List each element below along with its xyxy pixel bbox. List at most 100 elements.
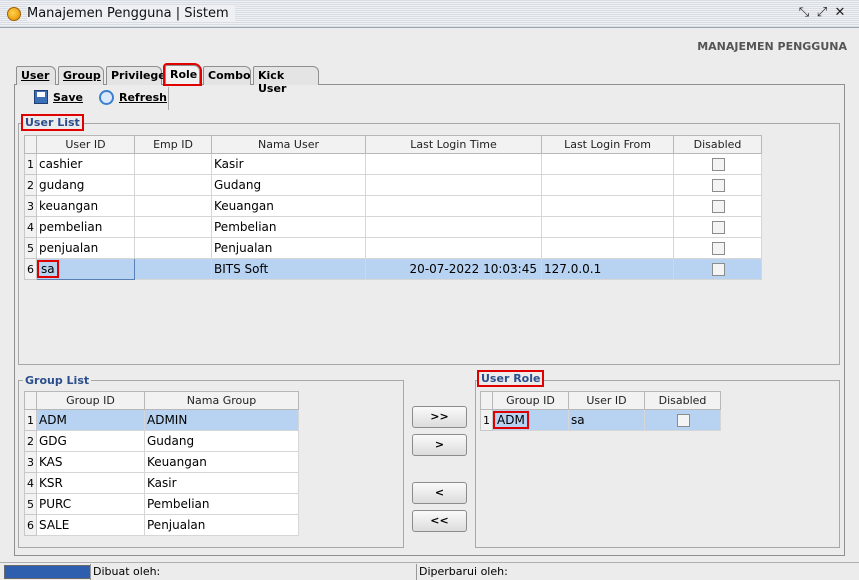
tab-user[interactable]: User: [16, 66, 56, 85]
last-login-from-cell[interactable]: [541, 195, 674, 217]
restore-icon[interactable]: ⤡: [796, 5, 812, 21]
col-last-login-from[interactable]: Last Login From: [541, 135, 674, 154]
toolbar: Save Refresh: [16, 87, 169, 110]
last-login-time-cell[interactable]: [365, 195, 542, 217]
last-login-time-cell[interactable]: [365, 153, 542, 175]
group-list-table: Group ID Nama Group 1 ADM ADMIN 2 GDG Gu…: [24, 391, 299, 536]
table-row[interactable]: 4 KSR Kasir: [24, 472, 299, 494]
emp-id-cell[interactable]: [134, 153, 212, 175]
group-id-cell[interactable]: KAS: [36, 451, 145, 473]
nama-group-cell[interactable]: Keuangan: [144, 451, 299, 473]
tab-combo[interactable]: Combo: [203, 66, 251, 85]
user-id-cell[interactable]: pembelian: [36, 216, 135, 238]
emp-id-cell[interactable]: [134, 258, 212, 280]
group-id-cell[interactable]: ADM: [492, 409, 569, 431]
tab-kick-user[interactable]: Kick User: [253, 66, 319, 95]
refresh-button[interactable]: Refresh: [99, 90, 167, 105]
last-login-from-cell[interactable]: [541, 174, 674, 196]
col-nama-group[interactable]: Nama Group: [144, 391, 299, 410]
table-row[interactable]: 5 penjualan Penjualan: [24, 237, 762, 259]
user-id-cell[interactable]: sa: [568, 409, 645, 431]
last-login-time-cell[interactable]: 20-07-2022 10:03:45: [365, 258, 542, 280]
row-number: 2: [24, 174, 37, 196]
user-id-cell[interactable]: penjualan: [36, 237, 135, 259]
col-user-id[interactable]: User ID: [568, 391, 645, 410]
last-login-from-cell[interactable]: [541, 216, 674, 238]
table-row[interactable]: 5 PURC Pembelian: [24, 493, 299, 515]
add-button[interactable]: >: [412, 434, 467, 456]
last-login-time-cell[interactable]: [365, 237, 542, 259]
emp-id-cell[interactable]: [134, 195, 212, 217]
add-all-button[interactable]: >>: [412, 406, 467, 428]
group-id-cell[interactable]: SALE: [36, 514, 145, 536]
user-id-cell-editing[interactable]: sa: [36, 258, 135, 280]
col-nama-user[interactable]: Nama User: [211, 135, 366, 154]
emp-id-cell[interactable]: [134, 216, 212, 238]
last-login-from-cell[interactable]: [541, 153, 674, 175]
remove-all-button[interactable]: <<: [412, 510, 467, 532]
group-id-value: ADM: [493, 411, 529, 429]
nama-group-cell[interactable]: Penjualan: [144, 514, 299, 536]
nama-user-cell[interactable]: BITS Soft: [211, 258, 366, 280]
nama-user-cell[interactable]: Gudang: [211, 174, 366, 196]
user-id-cell[interactable]: gudang: [36, 174, 135, 196]
page-header: MANAJEMEN PENGGUNA: [697, 40, 847, 53]
tab-group[interactable]: Group: [58, 66, 104, 85]
save-button[interactable]: Save: [34, 90, 83, 104]
col-group-id[interactable]: Group ID: [492, 391, 569, 410]
nama-user-cell[interactable]: Pembelian: [211, 216, 366, 238]
last-login-from-cell[interactable]: [541, 237, 674, 259]
user-id-value: sa: [37, 260, 59, 278]
user-id-cell[interactable]: keuangan: [36, 195, 135, 217]
col-disabled[interactable]: Disabled: [673, 135, 762, 154]
col-user-id[interactable]: User ID: [36, 135, 135, 154]
nama-group-cell[interactable]: Gudang: [144, 430, 299, 452]
disabled-checkbox[interactable]: [712, 242, 725, 255]
nama-group-cell[interactable]: Kasir: [144, 472, 299, 494]
col-last-login-time[interactable]: Last Login Time: [365, 135, 542, 154]
disabled-checkbox[interactable]: [712, 158, 725, 171]
table-row-selected[interactable]: 1 ADM sa: [480, 409, 721, 431]
col-disabled[interactable]: Disabled: [644, 391, 721, 410]
table-row[interactable]: 3 keuangan Keuangan: [24, 195, 762, 217]
emp-id-cell[interactable]: [134, 174, 212, 196]
last-login-from-cell[interactable]: 127.0.0.1: [541, 258, 674, 280]
disabled-checkbox[interactable]: [712, 200, 725, 213]
maximize-icon[interactable]: ⤢: [814, 5, 830, 21]
tab-role[interactable]: Role: [163, 63, 202, 86]
group-id-cell[interactable]: KSR: [36, 472, 145, 494]
remove-button[interactable]: <: [412, 482, 467, 504]
table-row[interactable]: 2 GDG Gudang: [24, 430, 299, 452]
table-row[interactable]: 4 pembelian Pembelian: [24, 216, 762, 238]
nama-group-cell[interactable]: ADMIN: [144, 409, 299, 431]
group-id-cell[interactable]: ADM: [36, 409, 145, 431]
last-login-time-cell[interactable]: [365, 174, 542, 196]
table-row-selected[interactable]: 6 sa BITS Soft 20-07-2022 10:03:45 127.0…: [24, 258, 762, 280]
col-emp-id[interactable]: Emp ID: [134, 135, 212, 154]
tab-privilege[interactable]: Privilege: [106, 66, 166, 85]
group-id-cell[interactable]: PURC: [36, 493, 145, 515]
table-row[interactable]: 2 gudang Gudang: [24, 174, 762, 196]
disabled-checkbox[interactable]: [712, 263, 725, 276]
status-divider: [90, 564, 91, 580]
nama-group-cell[interactable]: Pembelian: [144, 493, 299, 515]
row-number: 1: [24, 409, 37, 431]
disabled-checkbox[interactable]: [712, 221, 725, 234]
disabled-checkbox[interactable]: [677, 414, 690, 427]
nama-user-cell[interactable]: Kasir: [211, 153, 366, 175]
last-login-time-cell[interactable]: [365, 216, 542, 238]
user-id-cell[interactable]: cashier: [36, 153, 135, 175]
floppy-disk-icon: [34, 90, 48, 104]
col-group-id[interactable]: Group ID: [36, 391, 145, 410]
table-row[interactable]: 3 KAS Keuangan: [24, 451, 299, 473]
table-row-selected[interactable]: 1 ADM ADMIN: [24, 409, 299, 431]
disabled-checkbox[interactable]: [712, 179, 725, 192]
nama-user-cell[interactable]: Keuangan: [211, 195, 366, 217]
tab-label: Kick User: [258, 69, 287, 95]
group-id-cell[interactable]: GDG: [36, 430, 145, 452]
close-icon[interactable]: ✕: [832, 5, 848, 21]
table-row[interactable]: 1 cashier Kasir: [24, 153, 762, 175]
table-row[interactable]: 6 SALE Penjualan: [24, 514, 299, 536]
nama-user-cell[interactable]: Penjualan: [211, 237, 366, 259]
emp-id-cell[interactable]: [134, 237, 212, 259]
